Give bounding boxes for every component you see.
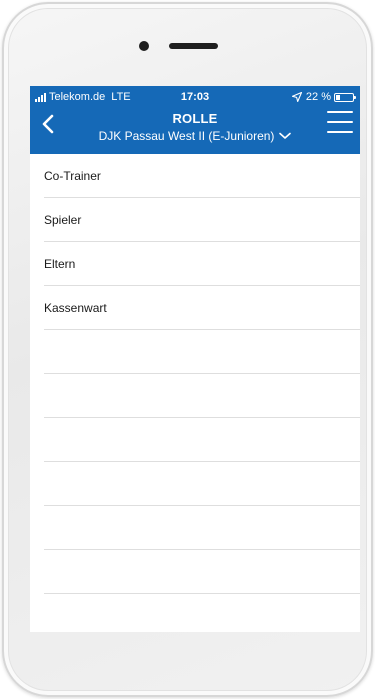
- empty-list-row: [44, 506, 360, 550]
- empty-list-row: [44, 594, 360, 632]
- back-button[interactable]: [36, 112, 60, 136]
- navigation-bar: Telekom.de LTE 17:03 22 % ROLLE DJK Pass…: [30, 86, 360, 154]
- team-selector-button[interactable]: DJK Passau West II (E-Junioren): [70, 129, 320, 143]
- role-label: Eltern: [44, 256, 76, 271]
- page-title: ROLLE: [172, 111, 218, 126]
- earpiece-speaker: [169, 43, 218, 49]
- status-bar: Telekom.de LTE 17:03 22 %: [30, 89, 360, 105]
- role-item-eltern[interactable]: Eltern: [44, 242, 360, 286]
- battery-icon: [334, 92, 356, 102]
- team-name: DJK Passau West II (E-Junioren): [98, 129, 275, 143]
- empty-list-row: [44, 550, 360, 594]
- empty-list-row: [44, 330, 360, 374]
- role-label: Kassenwart: [44, 300, 107, 315]
- role-item-co-trainer[interactable]: Co-Trainer: [44, 154, 360, 198]
- empty-list-row: [44, 418, 360, 462]
- hamburger-menu-icon[interactable]: [327, 111, 353, 133]
- battery-level: [336, 94, 340, 100]
- location-arrow-icon: [291, 92, 302, 102]
- role-list: Co-Trainer Spieler Eltern Kassenwart: [30, 154, 360, 632]
- chevron-down-icon: [279, 132, 292, 139]
- app-screen: Telekom.de LTE 17:03 22 % ROLLE DJK Pass…: [30, 86, 360, 632]
- role-label: Co-Trainer: [44, 168, 101, 183]
- role-label: Spieler: [44, 212, 82, 227]
- role-item-spieler[interactable]: Spieler: [44, 198, 360, 242]
- empty-list-row: [44, 374, 360, 418]
- chevron-left-icon: [42, 114, 54, 134]
- role-item-kassenwart[interactable]: Kassenwart: [44, 286, 360, 330]
- battery-percentage: 22 %: [305, 91, 331, 103]
- empty-list-row: [44, 462, 360, 506]
- front-camera: [139, 41, 149, 51]
- phone-frame: Telekom.de LTE 17:03 22 % ROLLE DJK Pass…: [2, 2, 373, 697]
